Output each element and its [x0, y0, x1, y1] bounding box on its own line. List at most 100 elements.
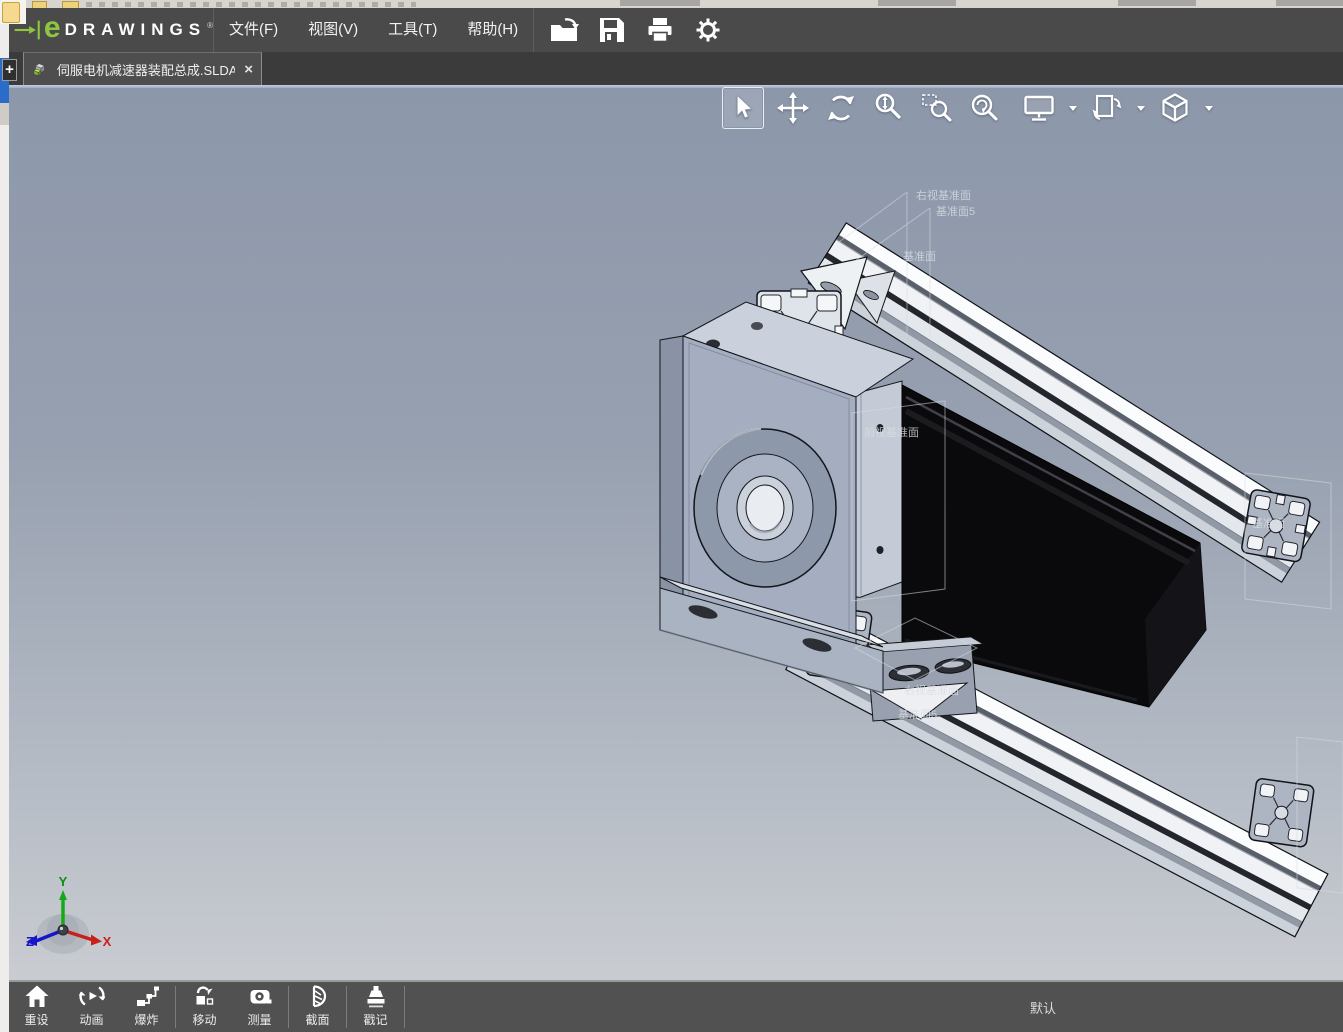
bottom-toolbar: 重设 动画 爆炸 移动 测量 截面 戳记 默认	[9, 980, 1343, 1032]
button-label: 截面	[305, 1013, 330, 1027]
menu-bar: 文件(F) 视图(V) 工具(T) 帮助(H)	[214, 8, 533, 52]
new-tab-button[interactable]: +	[2, 59, 17, 81]
menu-tools[interactable]: 工具(T)	[373, 8, 452, 52]
open-icon	[551, 18, 580, 41]
x-axis-arrow	[91, 934, 102, 946]
datum-annotation: 基准面	[903, 251, 936, 263]
y-axis-label: Y	[59, 874, 68, 889]
settings-button[interactable]	[684, 8, 732, 52]
model-3d-view[interactable]: Y X Z	[9, 85, 1343, 980]
logo-e: e	[43, 11, 61, 44]
zoom-tool-button[interactable]	[870, 87, 908, 129]
background-window-top-strip	[0, 0, 1343, 9]
button-label: 戳记	[363, 1013, 388, 1027]
background-gray-block	[0, 103, 9, 125]
section-button[interactable]: 截面	[290, 983, 345, 1031]
full-screen-button[interactable]	[1020, 87, 1058, 129]
pan-tool-button[interactable]	[774, 87, 812, 129]
menu-view[interactable]: 视图(V)	[293, 8, 373, 52]
zoom-fit-icon	[971, 94, 998, 121]
toolbar-separator	[404, 986, 405, 1028]
menu-file[interactable]: 文件(F)	[214, 8, 293, 52]
cube-icon	[1162, 93, 1188, 122]
animation-button[interactable]: 动画	[64, 983, 119, 1031]
rotate-icon	[828, 95, 854, 121]
button-label: 移动	[192, 1013, 217, 1027]
assembly-icon	[33, 62, 45, 76]
section-icon	[312, 985, 326, 1008]
titlebar-separator	[533, 8, 535, 52]
zoom-area-icon	[922, 94, 952, 122]
stamp-icon	[367, 986, 384, 1008]
zoom-fit-tool-button[interactable]	[966, 87, 1004, 129]
menu-help[interactable]: 帮助(H)	[452, 8, 533, 52]
document-tab[interactable]: 伺服电机减速器装配总成.SLDASM ×	[23, 52, 262, 85]
view-orientation-button[interactable]	[1156, 87, 1194, 129]
model-views-button[interactable]	[1088, 87, 1126, 129]
z-axis-label: Z	[26, 934, 34, 949]
rail-end-profile	[1248, 778, 1315, 848]
background-corner	[0, 0, 26, 24]
chevron-down-icon	[1137, 105, 1145, 111]
edrawings-window: e DRAWINGS ® 文件(F) 视图(V) 工具(T) 帮助(H) + 伺…	[2, 8, 1343, 1032]
background-tab-fragment	[878, 0, 956, 6]
measure-button[interactable]: 测量	[232, 983, 287, 1031]
viewport[interactable]: Y X Z 右视基准面 基准面5 基准面 前视基准面 右视基准面 基准面5 基准…	[9, 85, 1343, 980]
datum-annotation: 基准面5	[898, 709, 938, 721]
background-tab-fragment	[1118, 0, 1196, 6]
move-button[interactable]: 移动	[177, 983, 232, 1031]
toolbar-separator	[175, 986, 176, 1028]
chevron-down-icon	[1069, 105, 1077, 111]
button-label: 重设	[24, 1013, 49, 1027]
animation-icon	[78, 986, 105, 1006]
y-axis-arrow	[59, 890, 67, 900]
datum-annotation: 前视基准面	[864, 427, 919, 439]
print-button[interactable]	[636, 8, 684, 52]
zoom-area-tool-button[interactable]	[918, 87, 956, 129]
views-sheet-icon	[1092, 94, 1122, 120]
explode-icon	[136, 986, 159, 1006]
tab-title: 伺服电机减速器装配总成.SLDASM	[56, 62, 236, 78]
reset-button[interactable]: 重设	[9, 983, 64, 1031]
datum-annotation: 右视基准面	[904, 685, 959, 697]
datum-annotation: 右视基准面	[916, 190, 971, 202]
background-text-fragments	[86, 2, 416, 7]
x-axis-label: X	[103, 934, 112, 949]
button-label: 动画	[79, 1013, 104, 1027]
background-tab-fragment	[620, 0, 700, 6]
background-window-left-strip	[0, 8, 9, 1032]
title-bar: e DRAWINGS ® 文件(F) 视图(V) 工具(T) 帮助(H)	[9, 8, 1343, 53]
save-button[interactable]	[588, 8, 636, 52]
select-tool-button[interactable]	[722, 87, 764, 129]
chevron-down-icon	[1205, 105, 1213, 111]
select-arrow-icon	[737, 95, 753, 119]
full-screen-dropdown[interactable]	[1068, 105, 1078, 112]
model-views-dropdown[interactable]	[1136, 105, 1146, 112]
toolbar-separator	[346, 986, 347, 1028]
titlebar-actions	[540, 8, 732, 52]
orientation-triad: Y X Z	[26, 874, 112, 954]
toolbar-separator	[288, 986, 289, 1028]
datum-annotation: 基准面	[1252, 518, 1285, 530]
logo-name: DRAWINGS	[64, 20, 207, 39]
print-icon	[648, 18, 672, 43]
tab-bar: + 伺服电机减速器装配总成.SLDASM ×	[2, 52, 1343, 85]
stamp-button[interactable]: 戳记	[348, 983, 403, 1031]
home-icon	[25, 985, 48, 1007]
configuration-label: 默认	[1030, 1001, 1057, 1016]
move-component-icon	[196, 986, 213, 1005]
tape-measure-icon	[250, 990, 271, 1004]
tab-close-icon[interactable]: ×	[244, 61, 253, 78]
gearbox-flange[interactable]	[693, 428, 837, 588]
button-label: 爆炸	[134, 1013, 159, 1027]
open-button[interactable]	[540, 8, 588, 52]
rotate-tool-button[interactable]	[822, 87, 860, 129]
datum-annotation: 基准面5	[936, 206, 976, 218]
explode-button[interactable]: 爆炸	[119, 983, 174, 1031]
gear-icon	[696, 18, 720, 42]
background-folder-icon	[2, 2, 20, 23]
save-icon	[600, 18, 625, 42]
button-label: 测量	[247, 1013, 272, 1027]
view-orientation-dropdown[interactable]	[1204, 105, 1214, 112]
zoom-icon	[875, 93, 901, 119]
